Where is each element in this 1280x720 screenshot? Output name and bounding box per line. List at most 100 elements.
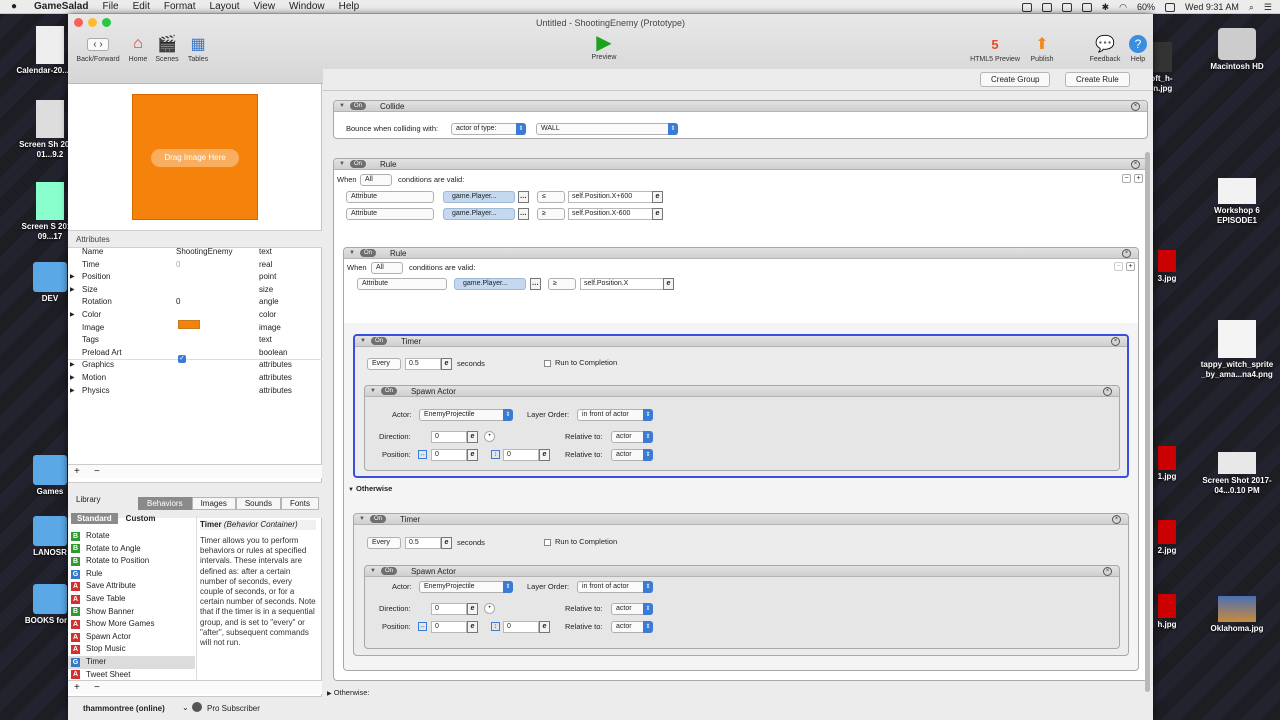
actor-image-well[interactable]: Drag Image Here <box>132 94 258 220</box>
desktop-icon[interactable]: Oklahoma.jpg <box>1197 596 1277 634</box>
behavior-list-item[interactable]: G Timer <box>68 656 195 669</box>
expression-editor-button[interactable]: e <box>441 537 452 549</box>
expression-editor-button[interactable]: e <box>467 621 478 633</box>
scenes-button[interactable]: 🎬 Scenes <box>152 34 182 63</box>
attribute-row[interactable]: ▶ Position point <box>70 271 322 284</box>
layer-order-select[interactable]: in front of actor ⇕ <box>577 581 653 593</box>
tab-fonts[interactable]: Fonts <box>280 497 319 510</box>
attribute-row[interactable]: ▶ Physics attributes <box>70 385 322 398</box>
user-status[interactable]: thammontree (online) <box>83 704 165 713</box>
on-toggle[interactable]: On <box>349 102 366 110</box>
otherwise-outer-label[interactable]: ▶ Otherwise: <box>327 688 370 699</box>
condition-expression[interactable]: self.Position.X <box>580 278 664 290</box>
attribute-value[interactable]: 0 <box>176 259 259 272</box>
expression-editor-button[interactable]: e <box>652 208 663 220</box>
disclosure-icon[interactable]: ▼ <box>349 250 355 256</box>
desktop-icon[interactable]: Workshop 6 EPISODE1 <box>1197 178 1277 226</box>
spawn-actor-header[interactable]: ▼ On Spawn Actor × <box>365 386 1119 397</box>
run-to-completion-checkbox[interactable] <box>544 360 551 367</box>
collide-type-select[interactable]: actor of type: ⇕ <box>451 123 526 135</box>
menu-layout[interactable]: Layout <box>203 1 247 12</box>
create-group-button[interactable]: Create Group <box>980 72 1051 87</box>
behavior-list-item[interactable]: A Stop Music <box>68 643 195 656</box>
desktop-icon[interactable]: Screen Shot 2017-04...0.10 PM <box>1197 452 1277 496</box>
remove-condition-button[interactable]: − <box>1114 262 1123 271</box>
position-y-input[interactable]: 0 <box>503 449 539 461</box>
help-button[interactable]: ? Help <box>1126 34 1150 63</box>
desktop-icon[interactable]: tappy_witch_sprite _by_ama...na4.png <box>1197 320 1277 380</box>
timer-behavior[interactable]: ▼ On Timer × Every 0.5 e seconds Run to … <box>353 513 1129 656</box>
menu-help[interactable]: Help <box>332 1 367 12</box>
disclosure-icon[interactable]: ▼ <box>360 338 366 344</box>
expression-editor-button[interactable]: e <box>539 621 550 633</box>
attribute-row[interactable]: ▶ Size size <box>70 284 322 297</box>
airplay-icon[interactable] <box>1081 2 1092 12</box>
subtab-custom[interactable]: Custom <box>118 513 164 524</box>
condition-kind-select[interactable]: Attribute <box>346 191 434 203</box>
timer-mode-select[interactable]: Every <box>367 537 401 549</box>
operator-select[interactable]: ≥ <box>537 208 565 220</box>
run-to-completion-checkbox[interactable] <box>544 539 551 546</box>
on-toggle[interactable]: On <box>380 387 397 395</box>
attribute-row[interactable]: ▶ Motion attributes <box>70 372 322 385</box>
behavior-list-item[interactable]: A Save Table <box>68 593 195 606</box>
rule-outer-header[interactable]: ▼ On Rule × <box>334 159 1147 170</box>
behavior-list-item[interactable]: A Spawn Actor <box>68 631 195 644</box>
remove-behavior-button[interactable]: − <box>94 682 100 693</box>
timer-seconds-input[interactable]: 0.5 <box>405 537 441 549</box>
close-icon[interactable]: × <box>1122 249 1131 258</box>
menu-edit[interactable]: Edit <box>126 1 157 12</box>
disclosure-icon[interactable]: ▼ <box>339 161 345 167</box>
add-behavior-button[interactable]: + <box>74 682 80 693</box>
attribute-value[interactable] <box>176 385 259 398</box>
remove-condition-button[interactable]: − <box>1122 174 1131 183</box>
rule-inner-header[interactable]: ▼ On Rule × <box>344 248 1138 259</box>
direction-relative-select[interactable]: actor ⇕ <box>611 431 653 443</box>
attribute-row[interactable]: ▶ Graphics attributes <box>70 359 322 372</box>
home-button[interactable]: ⌂ Home <box>124 34 152 63</box>
disclosure-icon[interactable]: ▼ <box>339 103 345 109</box>
attribute-row[interactable]: Time 0 real <box>76 259 322 272</box>
condition-expression[interactable]: self.Position.X-600 <box>568 208 653 220</box>
operator-select[interactable]: ≤ <box>537 191 565 203</box>
apple-icon[interactable]: ● <box>0 1 28 12</box>
menu-window[interactable]: Window <box>282 1 332 12</box>
collide-target-select[interactable]: WALL ⇕ <box>536 123 678 135</box>
close-icon[interactable]: × <box>1131 102 1140 111</box>
position-relative-select[interactable]: actor ⇕ <box>611 621 653 633</box>
disclosure-icon[interactable]: ▶ <box>327 691 332 697</box>
record-icon[interactable] <box>1021 2 1032 12</box>
tables-button[interactable]: ▦ Tables <box>182 34 214 63</box>
behavior-list-item[interactable]: B Rotate to Position <box>68 555 195 568</box>
close-icon[interactable]: × <box>1111 337 1120 346</box>
desktop-icon[interactable]: 3.jpg <box>1155 250 1179 284</box>
add-condition-button[interactable]: + <box>1134 174 1143 183</box>
timer-seconds-input[interactable]: 0.5 <box>405 358 441 370</box>
on-toggle[interactable]: On <box>349 160 366 168</box>
attribute-value[interactable] <box>176 271 259 284</box>
spawn-actor-select[interactable]: EnemyProjectile ⇕ <box>419 581 513 593</box>
bluetooth-icon[interactable]: ✱ <box>1102 2 1110 13</box>
condition-kind-select[interactable]: Attribute <box>357 278 447 290</box>
position-y-input[interactable]: 0 <box>503 621 539 633</box>
color-swatch[interactable] <box>178 320 200 329</box>
behavior-list-item[interactable]: B Rotate to Angle <box>68 543 195 556</box>
on-toggle[interactable]: On <box>359 249 376 257</box>
expression-editor-button[interactable]: e <box>441 358 452 370</box>
chevron-down-icon[interactable]: ⌄ <box>182 703 189 712</box>
on-toggle[interactable]: On <box>380 567 397 575</box>
attribute-value[interactable] <box>176 359 259 372</box>
attribute-value[interactable]: 0 <box>176 296 259 309</box>
menu-format[interactable]: Format <box>157 1 203 12</box>
behavior-list-item[interactable]: A Save Attribute <box>68 580 195 593</box>
attribute-value[interactable] <box>176 334 259 347</box>
add-attribute-button[interactable]: + <box>74 466 80 477</box>
direction-input[interactable]: 0 <box>431 431 467 443</box>
remove-attribute-button[interactable]: − <box>94 466 100 477</box>
condition-attribute-chip[interactable]: game.Player... <box>443 191 515 203</box>
direction-relative-select[interactable]: actor ⇕ <box>611 603 653 615</box>
tab-images[interactable]: Images <box>191 497 236 510</box>
direction-dial-icon[interactable]: • <box>484 431 495 442</box>
spawn-actor-select[interactable]: EnemyProjectile ⇕ <box>419 409 513 421</box>
expression-editor-button[interactable]: e <box>663 278 674 290</box>
